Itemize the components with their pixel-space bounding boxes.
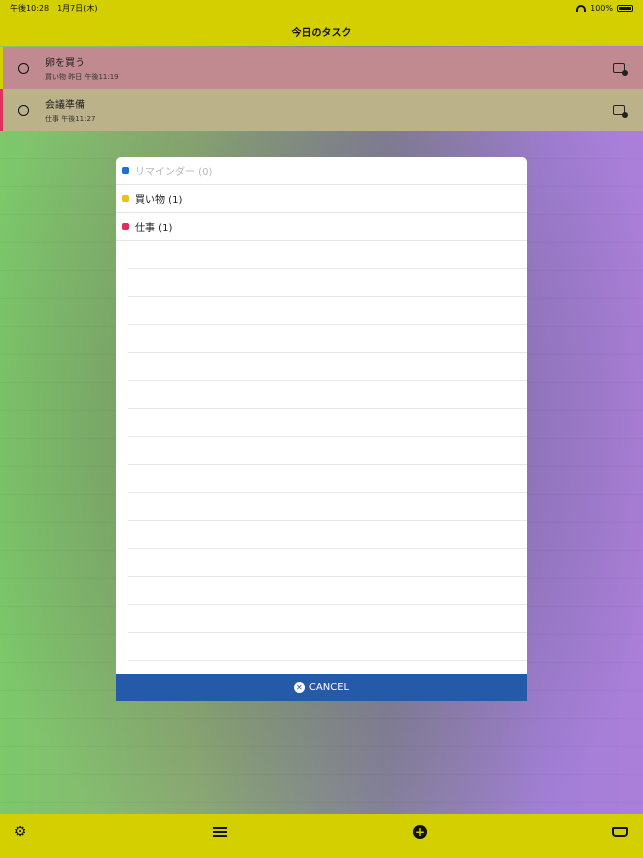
page-title: 今日のタスク [291,27,352,39]
battery-percent: 100% [590,3,613,13]
list-picker-modal: リマインダー (0) 買い物 (1) 仕事 (1) ✕ CANCEL [116,157,527,701]
cancel-label: CANCEL [308,682,350,693]
empty-row [128,493,527,521]
empty-row [128,577,527,605]
list-item-label: リマインダー (0) [135,167,213,178]
list-icon[interactable] [212,824,228,840]
empty-row [128,437,527,465]
empty-row [128,269,527,297]
color-dot [122,167,129,174]
calendar-icon[interactable] [613,105,628,118]
color-dot [122,195,129,202]
status-date: 1月7日(木) [57,3,98,13]
list-item-work[interactable]: 仕事 (1) [116,213,527,241]
empty-row [128,633,527,661]
cancel-button[interactable]: ✕ CANCEL [116,674,527,701]
list-picker: リマインダー (0) 買い物 (1) 仕事 (1) [116,157,527,674]
empty-row [128,605,527,633]
list-item-label: 仕事 (1) [135,223,173,234]
inbox-icon[interactable] [612,824,628,840]
empty-row [128,353,527,381]
tab-bar: ⚙ + [0,814,643,858]
task-row[interactable]: 卵を買う 買い物 昨日 午後11:19 [0,47,643,89]
empty-row [128,409,527,437]
task-subtitle: 仕事 午後11:27 [45,115,96,123]
color-dot [122,223,129,230]
add-circle-icon[interactable]: + [412,824,428,840]
wifi-icon [576,4,587,12]
task-subtitle: 買い物 昨日 午後11:19 [45,73,119,81]
status-bar: 午後10:28 1月7日(木) 100% [0,0,643,16]
empty-row [128,549,527,577]
empty-row [128,381,527,409]
nav-bar: 今日のタスク [0,16,643,46]
status-time: 午後10:28 [10,3,50,13]
close-circle-icon: ✕ [293,682,305,693]
circle-icon[interactable] [18,62,29,74]
empty-row [128,297,527,325]
circle-icon[interactable] [18,104,29,116]
empty-row [128,521,527,549]
list-item-shopping[interactable]: 買い物 (1) [116,185,527,213]
task-row[interactable]: 会議準備 仕事 午後11:27 [0,89,643,131]
task-title: 卵を買う [45,58,85,69]
battery-icon [617,4,633,12]
empty-row [128,241,527,269]
list-item-label: 買い物 (1) [135,195,183,206]
list-item-reminders[interactable]: リマインダー (0) [116,157,527,185]
empty-row [128,465,527,493]
task-title: 会議準備 [45,100,85,111]
calendar-icon[interactable] [613,63,628,76]
gear-icon[interactable]: ⚙ [12,824,28,840]
empty-row [128,325,527,353]
